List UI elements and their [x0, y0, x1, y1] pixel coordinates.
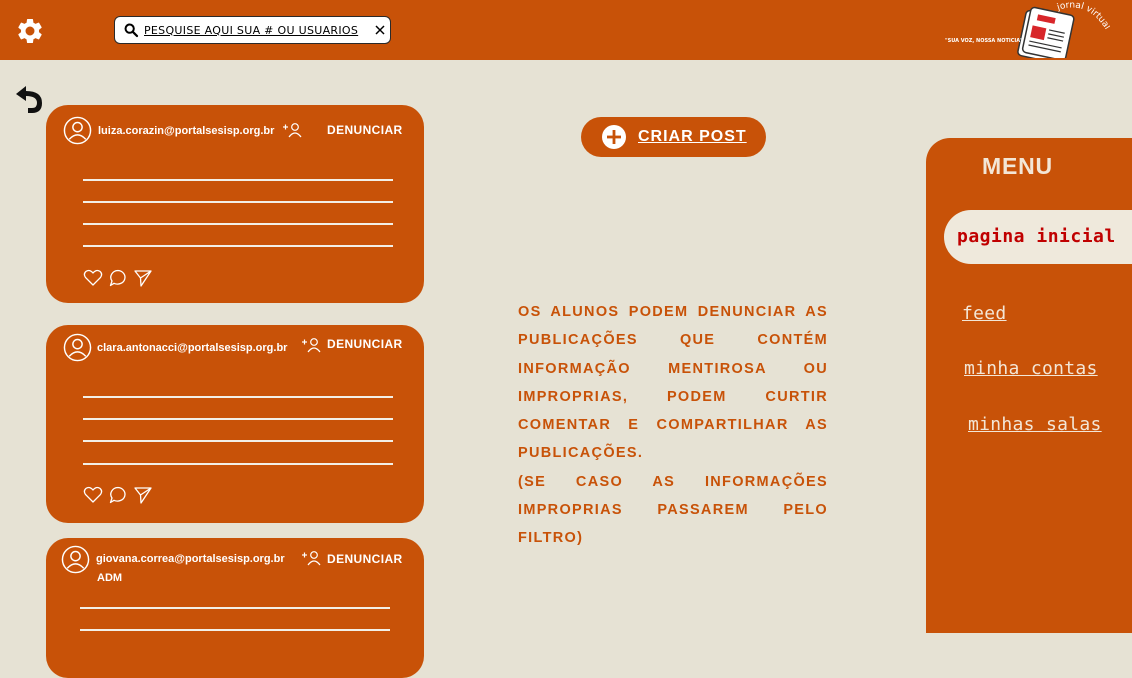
report-button[interactable]: DENUNCIAR — [327, 552, 403, 566]
side-menu: MENU pagina inicial feed minha contas mi… — [926, 138, 1132, 633]
add-user-icon[interactable] — [301, 337, 321, 353]
content-line — [83, 179, 393, 181]
post-card: giovana.correa@portalsesisp.org.br ADM D… — [46, 538, 424, 678]
comment-icon[interactable] — [108, 268, 128, 288]
gear-icon[interactable] — [15, 16, 45, 46]
close-icon[interactable] — [374, 24, 386, 36]
content-line — [83, 201, 393, 203]
heart-icon[interactable] — [83, 268, 103, 288]
content-line — [80, 607, 390, 609]
menu-title: MENU — [982, 153, 1053, 179]
user-avatar-icon — [61, 545, 90, 574]
content-line — [83, 463, 393, 465]
logo: jornal virtual "SUA VOZ, NOSSA NOTICIA" — [940, 0, 1112, 65]
post-actions — [83, 268, 153, 288]
share-icon[interactable] — [133, 485, 153, 505]
post-author-email[interactable]: luiza.corazin@portalsesisp.org.br — [98, 125, 274, 137]
role-badge: ADM — [97, 572, 123, 584]
newspaper-logo-icon: jornal virtual — [1017, 0, 1112, 65]
content-line — [80, 629, 390, 631]
create-post-button[interactable]: CRIAR POST — [581, 117, 766, 157]
content-line — [83, 440, 393, 442]
back-arrow-icon[interactable] — [12, 82, 46, 116]
post-author-email[interactable]: giovana.correa@portalsesisp.org.br — [96, 553, 285, 565]
top-bar: jornal virtual "SUA VOZ, NOSSA NOTICIA" — [0, 0, 1132, 65]
menu-item-my-rooms[interactable]: minhas salas — [968, 414, 1102, 435]
menu-item-label: pagina inicial — [957, 226, 1116, 247]
content-line — [83, 223, 393, 225]
logo-slogan: "SUA VOZ, NOSSA NOTICIA" — [945, 38, 1023, 44]
share-icon[interactable] — [133, 268, 153, 288]
add-user-icon[interactable] — [282, 122, 302, 138]
content-line — [83, 396, 393, 398]
info-paragraph: OS ALUNOS PODEM DENUNCIAR AS PUBLICAÇÕES… — [518, 304, 828, 462]
user-avatar-icon — [63, 116, 92, 145]
report-button[interactable]: DENUNCIAR — [327, 123, 403, 137]
report-button[interactable]: DENUNCIAR — [327, 337, 403, 351]
post-author-email[interactable]: clara.antonacci@portalsesisp.org.br — [97, 342, 287, 354]
user-avatar-icon — [63, 333, 92, 362]
post-card: clara.antonacci@portalsesisp.org.br DENU… — [46, 325, 424, 523]
menu-item-my-account[interactable]: minha contas — [964, 358, 1098, 379]
post-card: luiza.corazin@portalsesisp.org.br DENUNC… — [46, 105, 424, 303]
menu-item-feed[interactable]: feed — [962, 303, 1007, 324]
search-input[interactable] — [139, 20, 372, 40]
plus-icon — [602, 125, 626, 149]
search-bar — [114, 16, 391, 44]
info-text: OS ALUNOS PODEM DENUNCIAR AS PUBLICAÇÕES… — [518, 298, 828, 553]
menu-item-home[interactable]: pagina inicial — [944, 210, 1132, 264]
content-line — [83, 245, 393, 247]
post-actions — [83, 485, 153, 505]
create-post-label: CRIAR POST — [638, 128, 747, 145]
comment-icon[interactable] — [108, 485, 128, 505]
info-paragraph: (SE CASO AS INFORMAÇÕES IMPROPRIAS PASSA… — [518, 473, 828, 547]
search-icon[interactable] — [123, 22, 139, 38]
heart-icon[interactable] — [83, 485, 103, 505]
content-line — [83, 418, 393, 420]
add-user-icon[interactable] — [301, 550, 321, 566]
